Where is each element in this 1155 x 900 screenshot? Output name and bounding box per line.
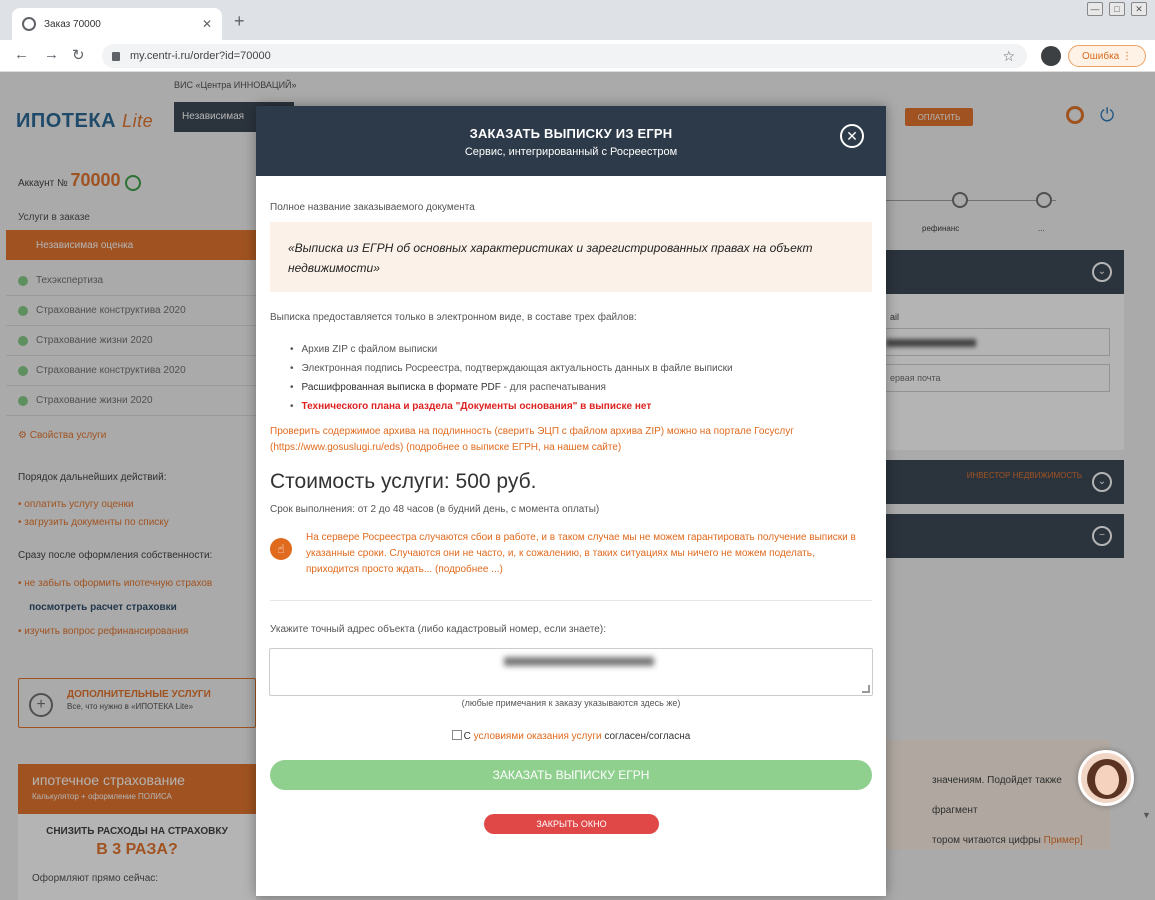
profile-avatar-icon[interactable] bbox=[1041, 46, 1061, 66]
list-item-strong: Расшифрованная выписка в формате PDF bbox=[301, 382, 501, 393]
browser-tab[interactable]: Заказ 70000 ✕ bbox=[12, 8, 222, 40]
maximize-button[interactable]: □ bbox=[1109, 2, 1125, 16]
list-item-text: Электронная подпись Росреестра, подтверж… bbox=[301, 363, 733, 374]
globe-icon bbox=[22, 17, 36, 31]
error-button[interactable]: Ошибка ⋮ bbox=[1068, 45, 1146, 67]
doc-name: «Выписка из ЕГРН об основных характерист… bbox=[270, 222, 872, 292]
browser-toolbar: ← → ↻ my.centr-i.ru/order?id=70000 ☆ Оши… bbox=[0, 40, 1155, 72]
list-item-text: Архив ZIP с файлом выписки bbox=[301, 344, 438, 355]
bookmark-star-icon[interactable]: ☆ bbox=[1002, 48, 1015, 65]
term: Срок выполнения: от 2 до 48 часов (в буд… bbox=[270, 504, 600, 515]
files-title: Выписка предоставляется только в электро… bbox=[270, 312, 637, 323]
verify-text[interactable]: Проверить содержимое архива на подлиннос… bbox=[270, 424, 872, 456]
list-item-text: - для распечатывания bbox=[500, 382, 606, 393]
files-list: Архив ZIP с файлом выписки Электронная п… bbox=[290, 340, 850, 416]
resize-grip-icon[interactable] bbox=[862, 685, 870, 693]
list-item: Архив ZIP с файлом выписки bbox=[290, 340, 850, 359]
agree-text: С bbox=[463, 731, 474, 742]
avatar-face bbox=[1095, 765, 1119, 795]
window-controls: — □ ✕ bbox=[1087, 2, 1147, 16]
price: Стоимость услуги: 500 руб. bbox=[270, 470, 537, 493]
list-item: Технического плана и раздела "Документы … bbox=[290, 397, 850, 416]
divider bbox=[270, 600, 872, 601]
doc-label: Полное название заказываемого документа bbox=[270, 202, 475, 213]
browser-tab-bar: Заказ 70000 ✕ + — □ ✕ bbox=[0, 0, 1155, 40]
close-window-button[interactable]: ЗАКРЫТЬ ОКНО bbox=[484, 814, 659, 834]
minimize-button[interactable]: — bbox=[1087, 2, 1103, 16]
modal-subtitle: Сервис, интегрированный с Росреестром bbox=[464, 146, 678, 158]
close-window-button[interactable]: ✕ bbox=[1131, 2, 1147, 16]
list-item: Электронная подпись Росреестра, подтверж… bbox=[290, 359, 850, 378]
terms-link[interactable]: условиями оказания услуги bbox=[474, 731, 602, 742]
tab-title: Заказ 70000 bbox=[44, 18, 101, 30]
agree-text: согласен/согласна bbox=[601, 731, 691, 742]
back-arrow-icon[interactable]: ← bbox=[14, 46, 29, 63]
list-item-warning: Технического плана и раздела "Документы … bbox=[301, 401, 652, 412]
agree-row: С условиями оказания услуги согласен/сог… bbox=[270, 730, 872, 742]
list-item: Расшифрованная выписка в формате PDF - д… bbox=[290, 378, 850, 397]
new-tab-button[interactable]: + bbox=[234, 12, 245, 30]
address-note: (любые примечания к заказу указываются з… bbox=[461, 698, 681, 708]
chat-avatar[interactable] bbox=[1078, 750, 1134, 806]
modal-title: ЗАКАЗАТЬ ВЫПИСКУ ИЗ ЕГРН bbox=[469, 126, 673, 141]
hand-pointer-icon: ☝ bbox=[270, 538, 292, 560]
address-bar[interactable]: my.centr-i.ru/order?id=70000 ☆ bbox=[102, 44, 1027, 68]
forward-arrow-icon[interactable]: → bbox=[44, 46, 59, 63]
tab-close-icon[interactable]: ✕ bbox=[202, 17, 212, 31]
egrn-order-modal: ЗАКАЗАТЬ ВЫПИСКУ ИЗ ЕГРН Сервис, интегри… bbox=[256, 106, 886, 896]
agree-checkbox[interactable] bbox=[451, 730, 462, 740]
blurred-address-value bbox=[504, 657, 654, 666]
error-label: Ошибка bbox=[1081, 50, 1120, 62]
address-textarea[interactable] bbox=[269, 648, 873, 696]
url-text[interactable]: my.centr-i.ru/order?id=70000 bbox=[130, 50, 1002, 62]
reload-icon[interactable]: ↻ bbox=[72, 46, 85, 64]
close-icon[interactable]: ✕ bbox=[840, 124, 864, 148]
address-label: Укажите точный адрес объекта (либо кадас… bbox=[270, 624, 606, 635]
order-egrn-button[interactable]: ЗАКАЗАТЬ ВЫПИСКУ ЕГРН bbox=[270, 760, 872, 790]
scroll-down-arrow-icon[interactable]: ▼ bbox=[1142, 810, 1151, 820]
modal-header: ЗАКАЗАТЬ ВЫПИСКУ ИЗ ЕГРН Сервис, интегри… bbox=[256, 106, 886, 176]
warning-text[interactable]: На сервере Росреестра случаются сбои в р… bbox=[306, 530, 866, 578]
lock-icon bbox=[112, 51, 120, 61]
